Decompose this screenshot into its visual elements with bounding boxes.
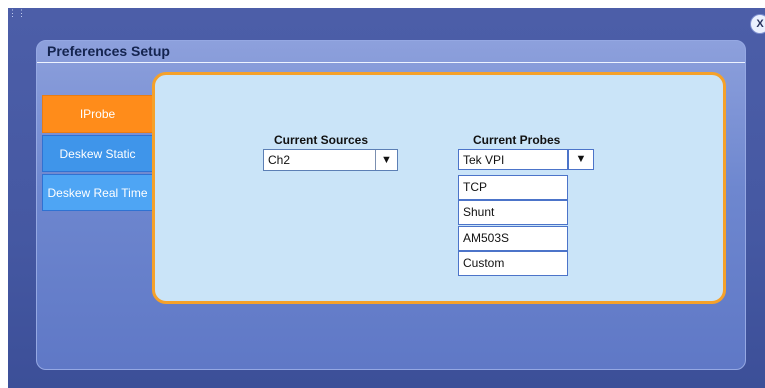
chevron-down-icon[interactable]: ▼ <box>375 150 397 170</box>
tab-label: IProbe <box>79 107 116 121</box>
probe-option-custom[interactable]: Custom <box>458 251 568 276</box>
probe-option-shunt[interactable]: Shunt <box>458 200 568 225</box>
probe-option-tcp[interactable]: TCP <box>458 175 568 200</box>
current-probes-label: Current Probes <box>473 133 561 147</box>
tab-label: Deskew Real Time <box>47 185 148 200</box>
resize-grip-icon[interactable]: ⋮⋮ <box>8 8 26 18</box>
tab-deskew-real-time[interactable]: Deskew Real Time <box>42 174 152 211</box>
current-probes-value: Tek VPI <box>463 153 505 167</box>
current-sources-value: Ch2 <box>268 153 291 167</box>
title-divider <box>37 62 745 63</box>
current-probes-select[interactable]: Tek VPI <box>458 149 568 170</box>
close-button[interactable]: X <box>750 14 765 34</box>
iprobe-content-panel <box>152 72 726 304</box>
current-sources-label: Current Sources <box>274 133 369 147</box>
tab-iprobe[interactable]: IProbe <box>42 95 152 133</box>
tab-deskew-static[interactable]: Deskew Static <box>42 135 152 172</box>
probe-option-am503s[interactable]: AM503S <box>458 226 568 251</box>
current-sources-select[interactable]: Ch2 ▼ <box>263 149 398 171</box>
chevron-down-icon[interactable]: ▼ <box>568 149 594 170</box>
panel-title: Preferences Setup <box>47 43 170 59</box>
tab-label: Deskew Static <box>59 146 136 161</box>
